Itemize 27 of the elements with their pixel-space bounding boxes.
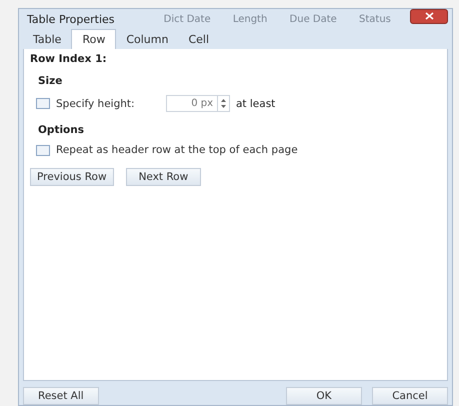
section-title: Options <box>38 124 85 136</box>
window-title: Table Properties <box>27 12 115 26</box>
checkbox-label: Repeat as header row at the top of each page <box>56 144 298 156</box>
checkbox[interactable] <box>36 98 50 109</box>
tab[interactable]: Table <box>23 30 72 49</box>
tab[interactable]: Cell <box>178 30 220 49</box>
field-suffix: at least <box>236 98 276 110</box>
column-header: Status <box>359 14 391 24</box>
dialog-button[interactable]: Cancel <box>372 387 448 405</box>
dialog-button[interactable]: OK <box>286 387 362 405</box>
checkbox[interactable] <box>36 144 50 156</box>
spinner-button[interactable] <box>218 95 230 112</box>
spinner-icon <box>220 98 227 109</box>
nav-button[interactable]: Next Row <box>126 168 202 186</box>
tab[interactable]: Row <box>71 29 116 49</box>
column-header: Dict Date <box>164 14 211 24</box>
reset-button[interactable]: Reset All <box>23 387 99 405</box>
close-button[interactable] <box>410 8 448 24</box>
tab[interactable]: Column <box>116 30 178 49</box>
checkbox-label: Specify height: <box>56 98 136 110</box>
nav-button[interactable]: Previous Row <box>30 168 114 186</box>
height-field[interactable]: 0 px <box>166 95 218 112</box>
column-header: Length <box>232 14 268 24</box>
close-icon <box>424 12 434 20</box>
column-header: Due Date <box>290 14 337 24</box>
row-index-heading: Row Index 1: <box>30 53 108 65</box>
section-title: Size <box>38 75 64 87</box>
